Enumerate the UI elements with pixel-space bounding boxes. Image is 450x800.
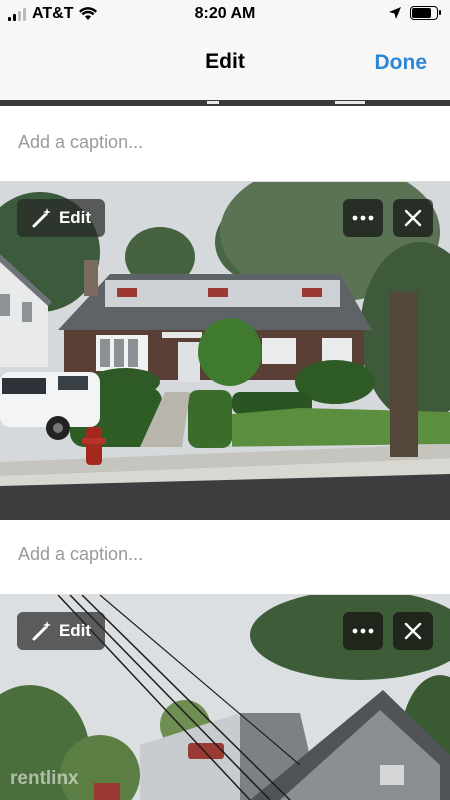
close-icon	[404, 622, 422, 640]
more-icon	[352, 215, 374, 221]
status-right	[388, 6, 441, 20]
battery-icon	[410, 6, 441, 20]
remove-photo-button[interactable]	[393, 612, 433, 650]
more-options-button[interactable]	[343, 612, 383, 650]
status-time: 8:20 AM	[194, 5, 256, 22]
edit-label: Edit	[58, 208, 92, 227]
magic-wand-icon	[32, 208, 51, 228]
status-bar: AT&T 8:20 AM	[0, 0, 450, 30]
navigation-bar: Edit Done	[0, 30, 450, 100]
edit-label: Edit	[58, 621, 92, 640]
location-arrow-icon	[389, 7, 401, 19]
watermark: rentlinx	[10, 768, 79, 789]
battery-fill	[412, 8, 431, 18]
more-icon	[352, 628, 374, 634]
magic-wand-icon	[32, 621, 51, 641]
caption-input[interactable]: Add a caption...	[18, 132, 143, 153]
caption-input[interactable]: Add a caption...	[18, 544, 143, 565]
more-options-button[interactable]	[343, 199, 383, 237]
done-button[interactable]: Done	[375, 51, 428, 75]
remove-photo-button[interactable]	[393, 199, 433, 237]
edit-photo-button[interactable]: Edit	[17, 199, 105, 237]
close-icon	[404, 209, 422, 227]
previous-photo-edge	[0, 100, 450, 106]
edit-photo-button[interactable]: Edit	[17, 612, 105, 650]
photo-house-front: Edit	[0, 182, 450, 520]
